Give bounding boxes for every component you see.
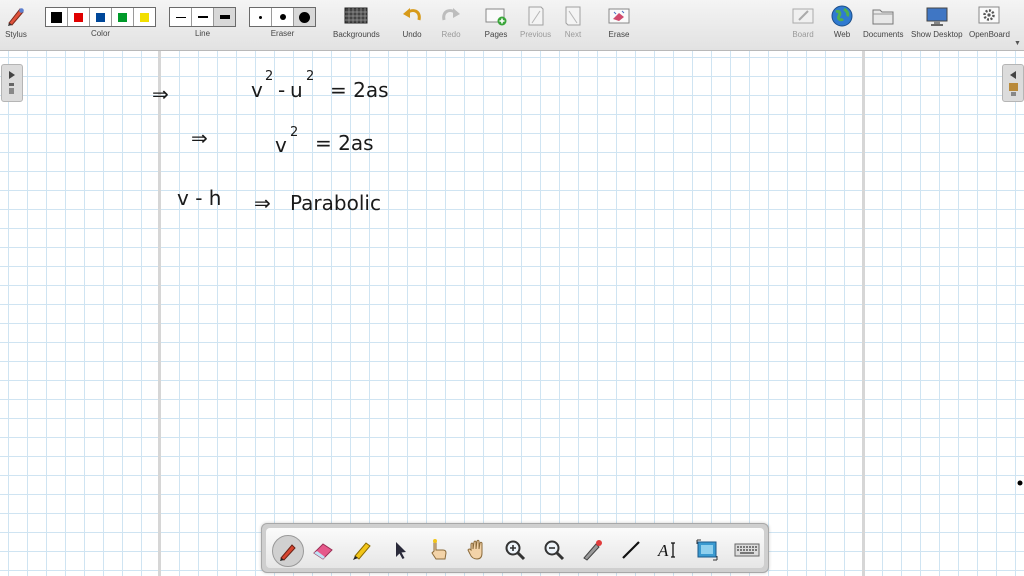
text-tool-button[interactable]: A bbox=[656, 537, 682, 563]
previous-label: Previous bbox=[520, 30, 552, 39]
stylus-label: Stylus bbox=[5, 30, 27, 39]
desktop-icon bbox=[925, 4, 949, 28]
erase-label: Erase bbox=[608, 30, 630, 39]
backgrounds-icon bbox=[344, 4, 368, 28]
documents-label: Documents bbox=[863, 30, 904, 39]
next-button[interactable]: Next bbox=[561, 4, 585, 39]
undo-icon bbox=[400, 4, 424, 28]
pages-button[interactable]: Pages bbox=[484, 4, 508, 39]
show-desktop-label: Show Desktop bbox=[911, 30, 963, 39]
redo-button[interactable]: Redo bbox=[439, 4, 463, 39]
grab-hand-icon bbox=[467, 539, 483, 560]
redo-icon bbox=[439, 4, 463, 28]
tool-palette: A bbox=[261, 523, 769, 573]
show-desktop-button[interactable]: Show Desktop bbox=[911, 4, 963, 39]
line-thin-option[interactable] bbox=[170, 8, 192, 26]
expand-left-arrow-icon bbox=[1009, 71, 1018, 96]
eraser-size-options bbox=[249, 7, 316, 27]
zoom-in-tool-button[interactable] bbox=[502, 537, 528, 563]
eraser-tool-button[interactable] bbox=[310, 537, 336, 563]
line-medium-option[interactable] bbox=[192, 8, 214, 26]
zoom-out-icon bbox=[544, 540, 565, 561]
highlighter-icon bbox=[353, 542, 371, 560]
eraser-icon bbox=[313, 543, 333, 560]
previous-button[interactable]: Previous bbox=[520, 4, 551, 39]
virtual-keyboard-tool-button[interactable] bbox=[732, 537, 762, 563]
arrow-pointer-icon bbox=[396, 542, 406, 559]
color-label: Color bbox=[90, 29, 111, 38]
color-swatches bbox=[45, 7, 156, 27]
pointing-hand-icon bbox=[431, 539, 447, 560]
top-toolbar: Stylus Color Line Eraser Backgrounds Und… bbox=[0, 0, 1024, 51]
stylus-icon bbox=[4, 4, 28, 28]
web-button[interactable]: Web bbox=[830, 4, 854, 39]
backgrounds-button[interactable]: Backgrounds bbox=[333, 4, 380, 39]
board-icon bbox=[791, 4, 815, 28]
laser-pointer-icon bbox=[583, 540, 602, 561]
line-label: Line bbox=[194, 29, 211, 38]
tool-palette-inner: A bbox=[266, 528, 764, 568]
page-margin-right bbox=[862, 51, 865, 576]
settings-gear-icon bbox=[977, 4, 1001, 28]
highlighter-tool-button[interactable] bbox=[349, 537, 375, 563]
openboard-label: OpenBoard bbox=[969, 30, 1010, 39]
eraser-label: Eraser bbox=[270, 29, 295, 38]
board-label: Board bbox=[792, 30, 814, 39]
erase-button[interactable]: Erase bbox=[607, 4, 631, 39]
openboard-menu-button[interactable]: OpenBoard bbox=[969, 4, 1010, 39]
color-swatch-green[interactable] bbox=[112, 8, 134, 26]
web-label: Web bbox=[833, 30, 851, 39]
zoom-in-icon bbox=[505, 540, 526, 561]
globe-icon bbox=[830, 4, 854, 28]
backgrounds-label: Backgrounds bbox=[333, 30, 380, 39]
pages-label: Pages bbox=[484, 30, 508, 39]
eraser-medium-option[interactable] bbox=[272, 8, 294, 26]
eraser-group: Eraser bbox=[249, 4, 316, 38]
color-swatch-yellow[interactable] bbox=[134, 8, 155, 26]
hand-tool-button[interactable] bbox=[464, 537, 490, 563]
erase-all-icon bbox=[607, 4, 631, 28]
add-page-icon bbox=[484, 4, 508, 28]
line-tool-button[interactable] bbox=[618, 537, 644, 563]
next-page-icon bbox=[561, 4, 585, 28]
capture-tool-button[interactable] bbox=[694, 537, 720, 563]
laser-pointer-tool-button[interactable] bbox=[579, 537, 605, 563]
color-group: Color bbox=[45, 4, 156, 38]
next-label: Next bbox=[564, 30, 582, 39]
color-swatch-red[interactable] bbox=[68, 8, 90, 26]
board-button[interactable]: Board bbox=[791, 4, 815, 39]
line-width-options bbox=[169, 7, 236, 27]
capture-icon bbox=[696, 539, 718, 561]
page-margin-left bbox=[158, 51, 161, 576]
whiteboard-canvas[interactable] bbox=[0, 51, 1024, 576]
color-swatch-black[interactable] bbox=[46, 8, 68, 26]
selector-tool-button[interactable] bbox=[387, 537, 413, 563]
documents-button[interactable]: Documents bbox=[863, 4, 903, 39]
line-group: Line bbox=[169, 4, 236, 38]
left-sidebar-toggle[interactable] bbox=[1, 64, 23, 102]
openboard-dropdown-icon[interactable]: ▼ bbox=[1014, 40, 1021, 47]
undo-label: Undo bbox=[402, 30, 422, 39]
line-thick-option[interactable] bbox=[214, 8, 235, 26]
expand-right-arrow-icon bbox=[9, 71, 15, 94]
interactor-tool-button[interactable] bbox=[425, 537, 451, 563]
eraser-small-option[interactable] bbox=[250, 8, 272, 26]
zoom-out-tool-button[interactable] bbox=[541, 537, 567, 563]
redo-label: Redo bbox=[441, 30, 461, 39]
eraser-large-option[interactable] bbox=[294, 8, 315, 26]
svg-text:A: A bbox=[657, 541, 669, 560]
undo-button[interactable]: Undo bbox=[400, 4, 424, 39]
right-sidebar-toggle[interactable] bbox=[1002, 64, 1024, 102]
folder-icon bbox=[871, 4, 895, 28]
stylus-button[interactable]: Stylus bbox=[4, 4, 28, 39]
text-icon: A bbox=[657, 541, 675, 560]
line-icon bbox=[622, 541, 640, 559]
pen-tool-button[interactable] bbox=[272, 535, 304, 567]
pen-icon bbox=[280, 544, 296, 561]
keyboard-icon bbox=[734, 543, 760, 557]
color-swatch-blue[interactable] bbox=[90, 8, 112, 26]
previous-page-icon bbox=[524, 4, 548, 28]
